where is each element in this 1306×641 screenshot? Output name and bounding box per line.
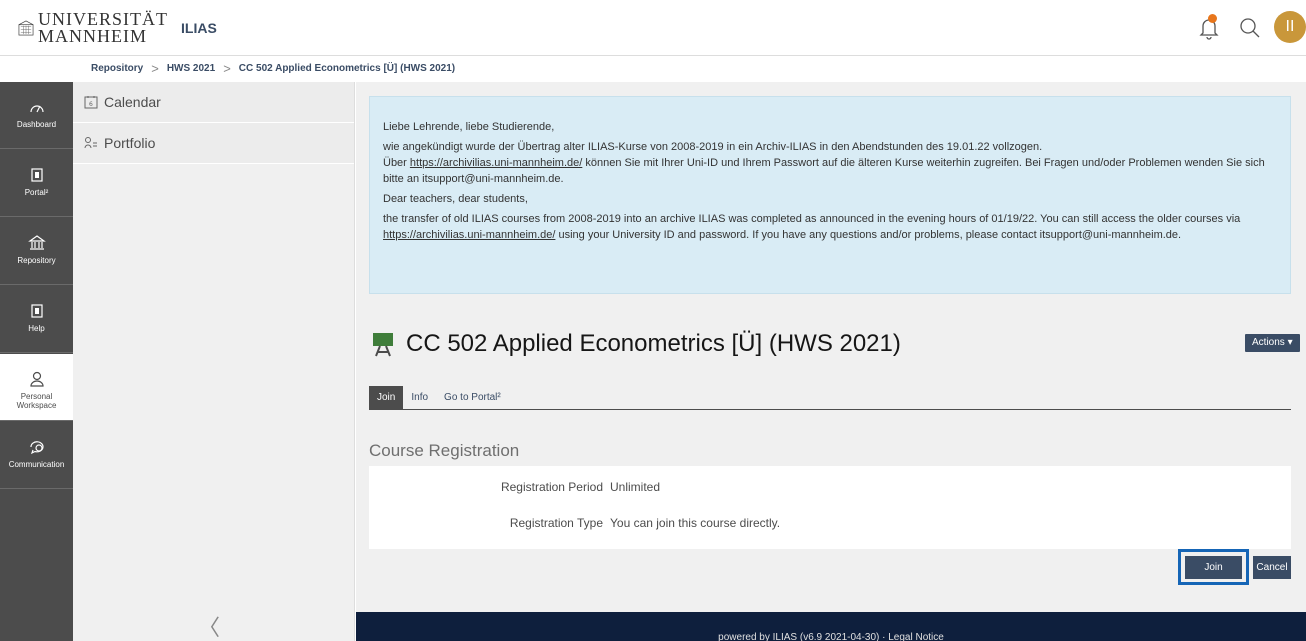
actions-dropdown-button[interactable]: Actions ▾	[1245, 334, 1300, 352]
slate-item-calendar[interactable]: 6 Calendar	[73, 82, 354, 123]
mainbar-portal[interactable]: Portal²	[0, 150, 73, 217]
main-content: Liebe Lehrende, liebe Studierende, wie a…	[356, 82, 1306, 612]
mainbar-dashboard[interactable]: Dashboard	[0, 82, 73, 149]
notice-text: Über	[383, 157, 410, 169]
course-header: CC 502 Applied Econometrics [Ü] (HWS 202…	[372, 330, 901, 358]
logo-line-2: MANNHEIM	[38, 26, 147, 46]
footer: powered by ILIAS (v6.9 2021-04-30) · Leg…	[356, 612, 1306, 641]
mainbar-label: Dashboard	[16, 120, 57, 129]
app-name[interactable]: ILIAS	[181, 20, 217, 36]
university-seal-icon	[18, 20, 34, 36]
slate-panel: 6 Calendar Portfolio 〈	[73, 82, 355, 641]
tab-bar: Join Info Go to Portal²	[369, 386, 1291, 410]
user-avatar[interactable]: II	[1274, 11, 1306, 43]
registration-form: Registration Period Unlimited Registrati…	[369, 466, 1291, 549]
archive-link[interactable]: https://archivilias.uni-mannheim.de/	[410, 157, 582, 169]
main-bar: Dashboard Portal² Repository Help Person…	[0, 82, 73, 641]
page-title: CC 502 Applied Econometrics [Ü] (HWS 202…	[406, 330, 901, 357]
notification-badge	[1208, 14, 1217, 23]
cancel-button[interactable]: Cancel	[1253, 556, 1291, 579]
mainbar-label: Repository	[17, 256, 56, 265]
person-icon	[29, 371, 44, 387]
tab-info[interactable]: Info	[403, 386, 436, 409]
portfolio-icon	[84, 137, 97, 149]
section-title: Course Registration	[369, 441, 520, 460]
svg-text:6: 6	[89, 101, 93, 108]
mainbar-label: Help	[28, 324, 45, 333]
slate-item-label: Calendar	[104, 94, 161, 110]
mainbar-help[interactable]: Help	[0, 286, 73, 353]
mainbar-label: Communication	[8, 460, 65, 469]
slate-item-label: Portfolio	[104, 135, 156, 151]
notice-text: wie angekündigt wurde der Übertrag alter…	[383, 141, 1043, 153]
university-name: UNIVERSITÄT MANNHEIM	[38, 10, 168, 46]
tab-join[interactable]: Join	[369, 386, 404, 409]
tab-go-to-portal[interactable]: Go to Portal²	[436, 386, 509, 409]
mainbar-label: Portal²	[24, 188, 49, 197]
help-icon	[30, 304, 43, 318]
notice-paragraph-de: wie angekündigt wurde der Übertrag alter…	[383, 139, 1278, 187]
registration-type-row: Registration Type You can join this cour…	[369, 516, 1291, 536]
breadcrumb-repository[interactable]: Repository	[91, 63, 143, 74]
archive-link[interactable]: https://archivilias.uni-mannheim.de/	[383, 229, 555, 241]
breadcrumb-hws-2021[interactable]: HWS 2021	[167, 63, 215, 74]
portal-icon	[30, 168, 43, 182]
course-icon	[373, 333, 393, 357]
notice-text: using your University ID and password. I…	[555, 229, 1182, 241]
search-icon[interactable]	[1236, 14, 1264, 42]
breadcrumb-separator: >	[151, 60, 159, 76]
breadcrumb-separator: >	[223, 60, 231, 76]
university-logo[interactable]: UNIVERSITÄT MANNHEIM	[18, 9, 168, 47]
system-notice: Liebe Lehrende, liebe Studierende, wie a…	[369, 96, 1291, 294]
registration-period-row: Registration Period Unlimited	[369, 480, 1291, 500]
registration-period-label: Registration Period	[500, 480, 603, 494]
calendar-icon: 6	[84, 96, 98, 109]
chevron-left-icon[interactable]: 〈	[198, 610, 220, 641]
mainbar-communication[interactable]: Communication	[0, 422, 73, 489]
slate-item-portfolio[interactable]: Portfolio	[73, 123, 354, 164]
notice-paragraph-en: the transfer of old ILIAS courses from 2…	[383, 211, 1278, 243]
mainbar-repository[interactable]: Repository	[0, 218, 73, 285]
top-header: UNIVERSITÄT MANNHEIM ILIAS II	[0, 0, 1306, 56]
notice-greeting-en: Dear teachers, dear students,	[383, 193, 528, 205]
notice-text: the transfer of old ILIAS courses from 2…	[383, 213, 1241, 225]
breadcrumb: Repository > HWS 2021 > CC 502 Applied E…	[0, 57, 1306, 81]
dashboard-icon	[29, 105, 44, 113]
repository-icon	[27, 235, 46, 250]
registration-type-label: Registration Type	[509, 516, 603, 530]
registration-type-value: You can join this course directly.	[610, 516, 781, 530]
registration-period-value: Unlimited	[610, 480, 661, 494]
communication-icon	[29, 441, 44, 455]
breadcrumb-course[interactable]: CC 502 Applied Econometrics [Ü] (HWS 202…	[239, 63, 455, 74]
notice-greeting-de: Liebe Lehrende, liebe Studierende,	[383, 121, 555, 133]
mainbar-personal-workspace[interactable]: Personal Workspace	[0, 354, 73, 421]
footer-text[interactable]: powered by ILIAS (v6.9 2021-04-30) · Leg…	[718, 632, 944, 641]
join-button[interactable]: Join	[1185, 556, 1242, 579]
mainbar-label: Personal Workspace	[16, 392, 57, 410]
